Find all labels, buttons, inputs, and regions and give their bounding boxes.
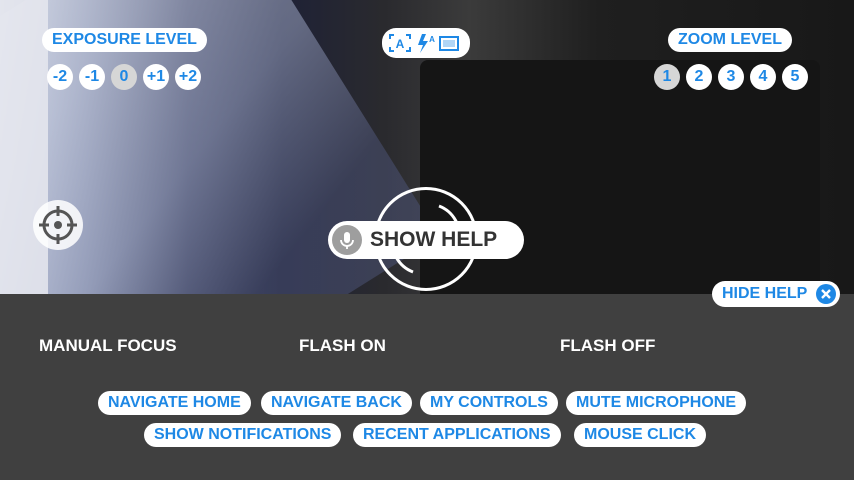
flash-on-command: FLASH ON — [299, 336, 386, 355]
voice-command-mute-microphone[interactable]: MUTE MICROPHONE — [566, 391, 746, 415]
aspect-ratio-icon[interactable] — [439, 36, 459, 51]
auto-focus-icon[interactable]: A — [389, 34, 411, 52]
exposure-level-option[interactable]: +2 — [175, 64, 201, 90]
voice-command-show-notifications[interactable]: SHOW NOTIFICATIONS — [144, 423, 342, 447]
voice-command-recent-applications[interactable]: RECENT APPLICATIONS — [353, 423, 561, 447]
camera-mode-toolbar: A A — [382, 28, 470, 58]
exposure-level-option[interactable]: -2 — [47, 64, 73, 90]
voice-command-navigate-home[interactable]: NAVIGATE HOME — [98, 391, 251, 415]
exposure-level-label: EXPOSURE LEVEL — [42, 28, 207, 52]
exposure-level-option-selected[interactable]: 0 — [111, 64, 137, 90]
show-help-label: SHOW HELP — [370, 228, 498, 251]
microphone-icon[interactable] — [332, 225, 362, 255]
voice-command-mouse-click[interactable]: MOUSE CLICK — [574, 423, 706, 447]
hide-help-button[interactable]: HIDE HELP — [712, 281, 840, 307]
zoom-level-option[interactable]: 2 — [686, 64, 712, 90]
zoom-level-option[interactable]: 4 — [750, 64, 776, 90]
hide-help-label: HIDE HELP — [722, 285, 808, 302]
show-help-button[interactable]: SHOW HELP — [328, 221, 524, 259]
exposure-level-option[interactable]: -1 — [79, 64, 105, 90]
help-overlay-panel: MANUAL FOCUS FLASH ON FLASH OFF NAVIGATE… — [0, 294, 854, 480]
zoom-level-option[interactable]: 3 — [718, 64, 744, 90]
voice-command-my-controls[interactable]: MY CONTROLS — [420, 391, 558, 415]
exposure-level-option[interactable]: +1 — [143, 64, 169, 90]
zoom-level-option-selected[interactable]: 1 — [654, 64, 680, 90]
focus-target-icon[interactable] — [33, 200, 83, 250]
flash-off-command: FLASH OFF — [560, 336, 656, 355]
flash-auto-icon[interactable]: A — [418, 34, 435, 53]
manual-focus-command: MANUAL FOCUS — [39, 336, 177, 355]
zoom-level-label: ZOOM LEVEL — [668, 28, 792, 52]
svg-text:A: A — [396, 37, 405, 51]
close-icon[interactable] — [816, 284, 836, 304]
svg-text:A: A — [429, 35, 435, 44]
voice-command-navigate-back[interactable]: NAVIGATE BACK — [261, 391, 412, 415]
zoom-level-option[interactable]: 5 — [782, 64, 808, 90]
